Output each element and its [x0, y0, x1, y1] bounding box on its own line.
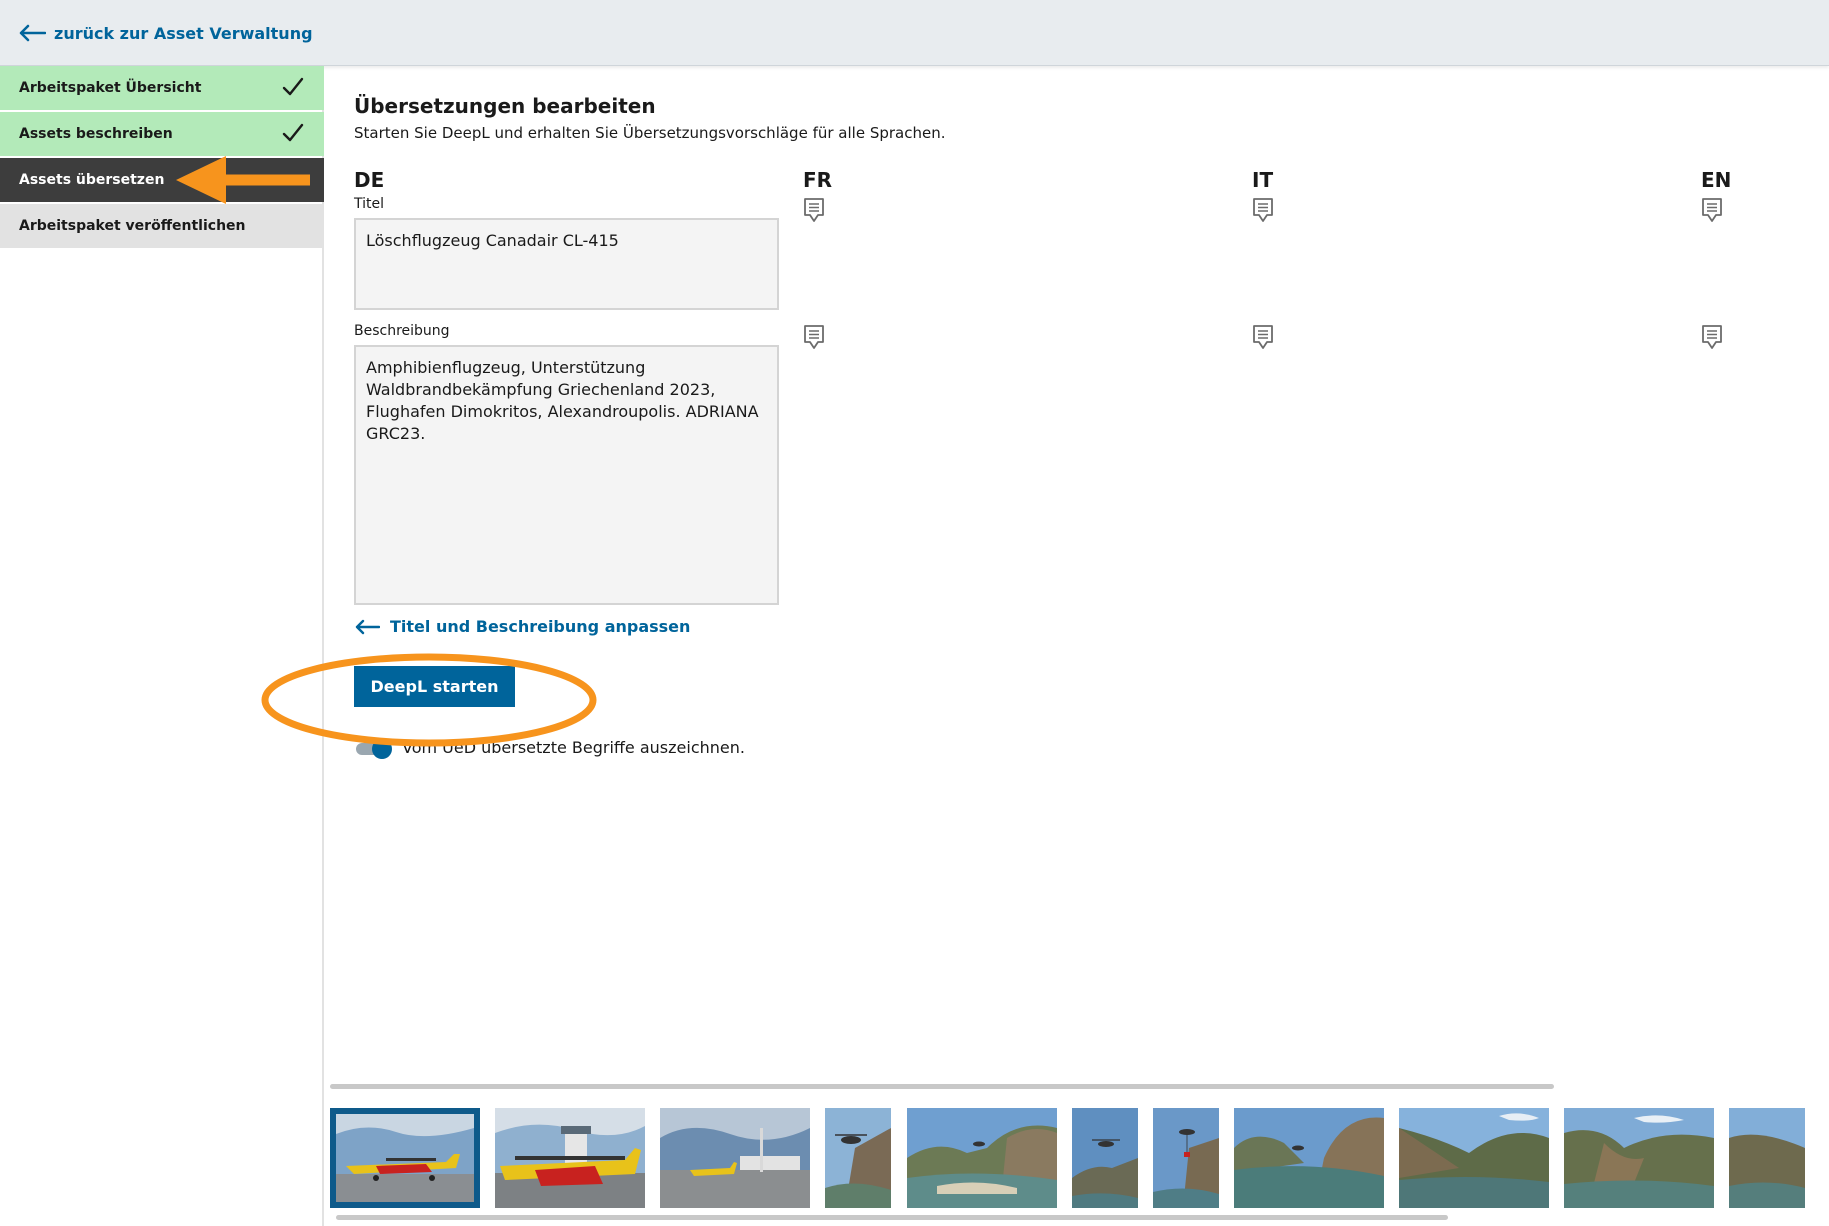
translation-comment-icon[interactable]: [1700, 323, 1724, 351]
strip-scrollbar-bottom[interactable]: [336, 1215, 1448, 1220]
thumbnail-item[interactable]: [1729, 1108, 1805, 1208]
arrow-left-icon: [19, 24, 46, 42]
thumbnail-item[interactable]: [1153, 1108, 1219, 1208]
back-to-asset-management-link[interactable]: zurück zur Asset Verwaltung: [18, 20, 313, 46]
strip-scrollbar-top[interactable]: [330, 1084, 1554, 1089]
annotation-arrow-icon: [176, 156, 310, 204]
description-field-label: Beschreibung: [354, 323, 450, 339]
river-gorge-photo: [1234, 1108, 1384, 1208]
checkmark-icon: [282, 77, 304, 96]
gorge-partial-photo: [1729, 1108, 1805, 1208]
thumbnail-item[interactable]: [1072, 1108, 1138, 1208]
arrow-left-icon: [355, 619, 380, 634]
sidebar-item-label: Arbeitspaket veröffentlichen: [19, 218, 246, 234]
thumbnail-item[interactable]: [660, 1108, 810, 1208]
title-field-label: Titel: [354, 196, 385, 212]
page-title: Übersetzungen bearbeiten: [354, 94, 656, 118]
translation-comment-icon[interactable]: [1700, 196, 1724, 224]
plane-tower-photo: [495, 1108, 645, 1208]
airport-apron-photo: [660, 1108, 810, 1208]
main-content: Übersetzungen bearbeiten Starten Sie Dee…: [326, 66, 1829, 1226]
top-bar: zurück zur Asset Verwaltung: [0, 0, 1829, 66]
thumbnail-item[interactable]: [825, 1108, 891, 1208]
thumbnail-strip: [330, 1108, 1829, 1208]
language-heading-en: EN: [1701, 168, 1732, 192]
plane-photo: [336, 1114, 474, 1202]
description-field[interactable]: Amphibienflugzeug, Unterstützung Waldbra…: [354, 345, 779, 605]
helicopter-bucket-photo: [1153, 1108, 1219, 1208]
helicopter-sky-photo: [1072, 1108, 1138, 1208]
sidebar-item-label: Assets übersetzen: [19, 172, 165, 188]
workflow-sidebar: Arbeitspaket Übersicht Assets beschreibe…: [0, 66, 324, 1226]
language-heading-it: IT: [1252, 168, 1274, 192]
translation-comment-icon[interactable]: [1251, 196, 1275, 224]
thumbnail-item[interactable]: [907, 1108, 1057, 1208]
helicopter-cliff-photo: [825, 1108, 891, 1208]
sidebar-item-describe-assets[interactable]: Assets beschreiben: [0, 112, 324, 156]
sidebar-item-overview[interactable]: Arbeitspaket Übersicht: [0, 66, 324, 110]
title-field[interactable]: Löschflugzeug Canadair CL-415: [354, 218, 779, 310]
app-window: zurück zur Asset Verwaltung Arbeitspaket…: [0, 0, 1829, 1226]
thumbnail-item[interactable]: [1564, 1108, 1714, 1208]
translation-comment-icon[interactable]: [802, 323, 826, 351]
language-heading-fr: FR: [803, 168, 833, 192]
annotation-ellipse: [261, 653, 597, 747]
page-subtitle: Starten Sie DeepL und erhalten Sie Übers…: [354, 124, 946, 142]
thumbnail-item[interactable]: [330, 1108, 480, 1208]
sidebar-item-publish[interactable]: Arbeitspaket veröffentlichen: [0, 204, 324, 248]
sidebar-item-label: Arbeitspaket Übersicht: [19, 80, 202, 96]
back-link-label: zurück zur Asset Verwaltung: [54, 23, 313, 43]
thumbnail-item[interactable]: [495, 1108, 645, 1208]
river-gorge-photo: [907, 1108, 1057, 1208]
translation-comment-icon[interactable]: [802, 196, 826, 224]
adjust-title-description-link[interactable]: Titel und Beschreibung anpassen: [354, 617, 690, 636]
translation-comment-icon[interactable]: [1251, 323, 1275, 351]
gorge-hills-photo: [1399, 1108, 1549, 1208]
sidebar-item-label: Assets beschreiben: [19, 126, 173, 142]
thumbnail-item[interactable]: [1399, 1108, 1549, 1208]
adjust-link-label: Titel und Beschreibung anpassen: [390, 617, 691, 636]
language-heading-de: DE: [354, 168, 385, 192]
thumbnail-item[interactable]: [1234, 1108, 1384, 1208]
checkmark-icon: [282, 123, 304, 142]
gorge-hills-photo: [1564, 1108, 1714, 1208]
